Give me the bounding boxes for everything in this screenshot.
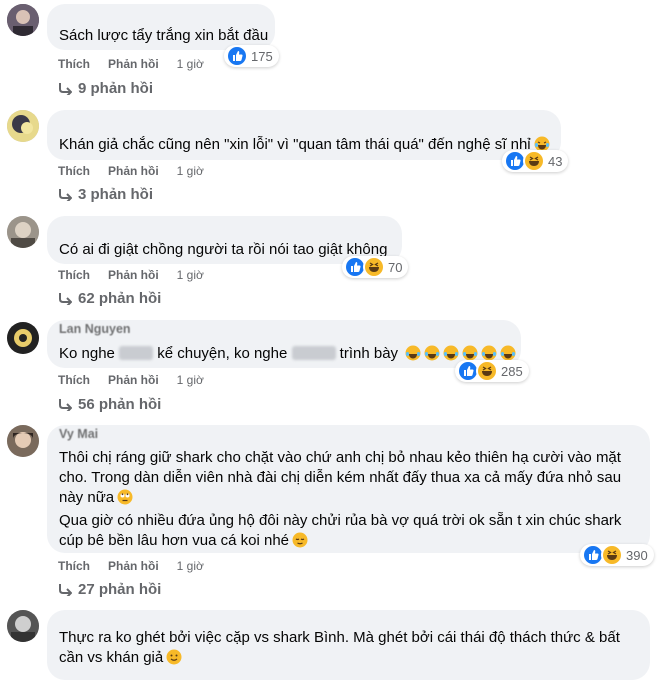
- avatar-photo: [7, 322, 39, 354]
- avatar-photo: [7, 610, 39, 642]
- avatar-photo: [7, 4, 39, 36]
- laughing-emoji-icon: [405, 345, 421, 367]
- comment-author[interactable]: Lan Nguyen: [59, 322, 131, 336]
- timestamp[interactable]: 1 giờ: [177, 373, 204, 387]
- comment-text: Thôi chị ráng giữ shark cho chặt vào chứ…: [59, 448, 621, 554]
- reaction-summary[interactable]: 43: [502, 150, 569, 172]
- haha-icon: [363, 256, 385, 278]
- reaction-summary[interactable]: 390: [580, 544, 654, 566]
- reaction-count: 43: [548, 153, 563, 169]
- replies-count: 9 phản hồi: [78, 80, 153, 97]
- avatar[interactable]: [7, 322, 39, 354]
- comment-text-part: kể chuyện, ko nghe: [157, 345, 288, 362]
- smile-emoji-icon: [166, 649, 182, 671]
- avatar[interactable]: [7, 610, 39, 642]
- like-button[interactable]: Thích: [58, 164, 90, 178]
- reply-arrow-icon: [59, 292, 72, 305]
- timestamp[interactable]: 1 giờ: [177, 57, 204, 71]
- comment-author[interactable]: Vy Mai: [59, 427, 98, 441]
- view-replies-button[interactable]: 56 phản hồi: [58, 396, 161, 413]
- comment-actions: Thích Phản hồi 1 giờ: [58, 373, 222, 387]
- view-replies-button[interactable]: 3 phản hồi: [58, 186, 153, 203]
- comment-feed: Sách lược tẩy trắng xin bắt đầu 175 Thíc…: [0, 0, 658, 680]
- reaction-summary[interactable]: 175: [224, 45, 279, 67]
- avatar-photo: [7, 110, 39, 142]
- comment-text: Ko nghe kể chuyện, ko nghe trình bày: [59, 344, 516, 367]
- reply-button[interactable]: Phản hồi: [108, 373, 159, 387]
- view-replies-button[interactable]: 27 phản hồi: [58, 581, 161, 598]
- reaction-summary[interactable]: 285: [455, 360, 529, 382]
- reply-arrow-icon: [59, 188, 72, 201]
- replies-count: 56 phản hồi: [78, 396, 162, 413]
- like-icon: [226, 45, 248, 67]
- view-replies-button[interactable]: 62 phản hồi: [58, 290, 161, 307]
- reply-button[interactable]: Phản hồi: [108, 559, 159, 573]
- replies-count: 62 phản hồi: [78, 290, 162, 307]
- comment-bubble: Khán giả chắc cũng nên "xin lỗi" vì "qua…: [47, 110, 561, 160]
- comment-line: cần vs khán giả: [59, 649, 164, 666]
- comment-line: cúp bê bền lâu hơn vua cá koi nhé: [59, 532, 290, 549]
- haha-icon: [476, 360, 498, 382]
- comment-bubble: Sách lược tẩy trắng xin bắt đầu: [47, 4, 275, 50]
- reply-arrow-icon: [59, 82, 72, 95]
- like-button[interactable]: Thích: [58, 559, 90, 573]
- comment-line: Khán giả chắc cũng nên "xin lỗi" vì "qua…: [59, 136, 531, 153]
- comment-text: Có ai đi giật chồng người ta rồi nói tao…: [59, 241, 388, 258]
- comment-line: này nữa: [59, 489, 115, 506]
- comment-text: Sách lược tẩy trắng xin bắt đầu: [59, 27, 269, 44]
- timestamp[interactable]: 1 giờ: [177, 164, 204, 178]
- redacted-name: [119, 346, 154, 360]
- reply-button[interactable]: Phản hồi: [108, 268, 159, 282]
- avatar[interactable]: [7, 4, 39, 36]
- avatar-photo: [7, 216, 39, 248]
- view-replies-button[interactable]: 9 phản hồi: [58, 80, 153, 97]
- reaction-count: 70: [388, 259, 403, 275]
- relieved-emoji-icon: [292, 532, 308, 554]
- avatar[interactable]: [7, 216, 39, 248]
- redacted-name: [291, 346, 336, 360]
- comment-bubble: Thực ra ko ghét bởi việc cặp vs shark Bì…: [47, 610, 650, 680]
- comment-actions: Thích Phản hồi 1 giờ: [58, 164, 222, 178]
- haha-icon: [523, 150, 545, 172]
- reply-button[interactable]: Phản hồi: [108, 164, 159, 178]
- avatar-photo: [7, 425, 39, 457]
- comment-text-part: Ko nghe: [59, 345, 115, 362]
- comment-actions: Thích Phản hồi 1 giờ: [58, 268, 222, 282]
- reaction-count: 390: [626, 547, 648, 563]
- reply-arrow-icon: [59, 583, 72, 596]
- comment-text: Khán giả chắc cũng nên "xin lỗi" vì "qua…: [59, 135, 550, 158]
- replies-count: 3 phản hồi: [78, 186, 153, 203]
- reply-button[interactable]: Phản hồi: [108, 57, 159, 71]
- reaction-count: 285: [501, 363, 523, 379]
- comment-bubble: Vy Mai Thôi chị ráng giữ shark cho chặt …: [47, 425, 650, 553]
- like-button[interactable]: Thích: [58, 373, 90, 387]
- comment-actions: Thích Phản hồi 1 giờ: [58, 57, 222, 71]
- reaction-summary[interactable]: 70: [342, 256, 409, 278]
- timestamp[interactable]: 1 giờ: [177, 268, 204, 282]
- like-button[interactable]: Thích: [58, 268, 90, 282]
- haha-icon: [601, 544, 623, 566]
- timestamp[interactable]: 1 giờ: [177, 559, 204, 573]
- comment-actions: Thích Phản hồi 1 giờ: [58, 559, 222, 573]
- reaction-count: 175: [251, 48, 273, 64]
- reply-arrow-icon: [59, 398, 72, 411]
- comment-text-part: trình bày: [339, 345, 399, 362]
- comment-text: Thực ra ko ghét bởi việc cặp vs shark Bì…: [59, 628, 620, 671]
- rolling-eyes-emoji-icon: [117, 489, 133, 511]
- avatar[interactable]: [7, 110, 39, 142]
- avatar[interactable]: [7, 425, 39, 457]
- comment-bubble: Lan Nguyen Ko nghe kể chuyện, ko nghe tr…: [47, 320, 521, 368]
- like-button[interactable]: Thích: [58, 57, 90, 71]
- replies-count: 27 phản hồi: [78, 581, 162, 598]
- laughing-emoji-icon: [424, 345, 440, 367]
